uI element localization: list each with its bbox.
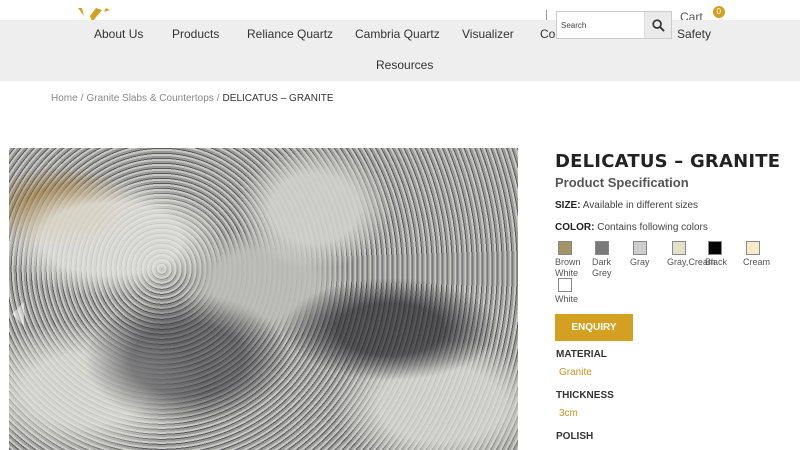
swatch-box: [633, 241, 647, 255]
swatch-label-line2: Grey: [592, 268, 612, 278]
product-title: DELICATUS – GRANITE: [555, 151, 781, 172]
thickness-label: THICKNESS: [556, 390, 614, 401]
size-label: SIZE:: [555, 200, 581, 211]
size-value: Available in different sizes: [582, 200, 699, 211]
swatch-box: [558, 241, 572, 255]
search-input[interactable]: [557, 12, 644, 38]
color-swatch-white[interactable]: White: [555, 278, 578, 305]
nav-item-about-us[interactable]: About Us: [94, 27, 143, 41]
color-spec: COLOR: Contains following colors: [555, 222, 708, 233]
search-box: [556, 11, 672, 39]
search-button[interactable]: [644, 12, 671, 38]
top-bar: Cart 0: [0, 0, 800, 24]
product-image[interactable]: [9, 148, 518, 450]
color-swatch-dark-grey[interactable]: Dark Grey: [592, 241, 612, 279]
swatch-box: [746, 241, 760, 255]
nav-item-resources[interactable]: Resources: [376, 58, 433, 72]
enquiry-button[interactable]: ENQUIRY: [555, 314, 633, 341]
product-subtitle: Product Specification: [555, 175, 689, 190]
swatch-box: [708, 241, 722, 255]
nav-item-reliance-quartz[interactable]: Reliance Quartz: [247, 27, 333, 41]
breadcrumb-separator: /: [216, 93, 220, 104]
nav-item-safety[interactable]: Safety: [677, 27, 711, 41]
cart-count-badge: 0: [712, 6, 725, 18]
nav-item-visualizer[interactable]: Visualizer: [462, 27, 514, 41]
color-swatch-brown-white[interactable]: Brown White: [555, 241, 581, 279]
color-swatch-black[interactable]: Black: [705, 241, 727, 268]
color-label: COLOR:: [555, 222, 595, 233]
main-nav: About Us Products Reliance Quartz Cambri…: [0, 20, 800, 81]
previous-image-arrow-icon[interactable]: [12, 302, 24, 326]
search-icon: [651, 18, 665, 32]
swatch-box: [672, 241, 686, 255]
color-value: Contains following colors: [597, 222, 708, 233]
swatch-label-line1: Brown: [555, 257, 581, 267]
swatch-label-line1: Black: [705, 257, 728, 267]
breadcrumb: Home / Granite Slabs & Countertops / DELICAT…: [51, 93, 334, 104]
size-spec: SIZE: Available in different sizes: [555, 200, 698, 211]
nav-item-products[interactable]: Products: [172, 27, 219, 41]
color-swatch-gray[interactable]: Gray: [630, 241, 650, 268]
breadcrumb-separator: /: [80, 93, 84, 104]
swatch-box: [558, 278, 572, 292]
breadcrumb-home[interactable]: Home: [51, 93, 78, 104]
material-label: MATERIAL: [556, 349, 607, 360]
polish-label: POLISH: [556, 431, 594, 442]
swatch-label-line1: Dark: [592, 257, 612, 267]
thickness-value: 3cm: [559, 408, 578, 419]
swatch-label-line1: Gray: [630, 257, 650, 267]
swatch-label-line1: Cream: [743, 257, 771, 267]
swatch-box: [595, 241, 609, 255]
breadcrumb-current: DELICATUS – GRANITE: [222, 93, 334, 104]
material-value: Granite: [559, 367, 592, 378]
swatch-label-line1: White: [555, 294, 579, 304]
breadcrumb-category[interactable]: Granite Slabs & Countertops: [86, 93, 213, 104]
nav-item-cambria-quartz[interactable]: Cambria Quartz: [355, 27, 440, 41]
color-swatch-cream[interactable]: Cream: [743, 241, 770, 268]
